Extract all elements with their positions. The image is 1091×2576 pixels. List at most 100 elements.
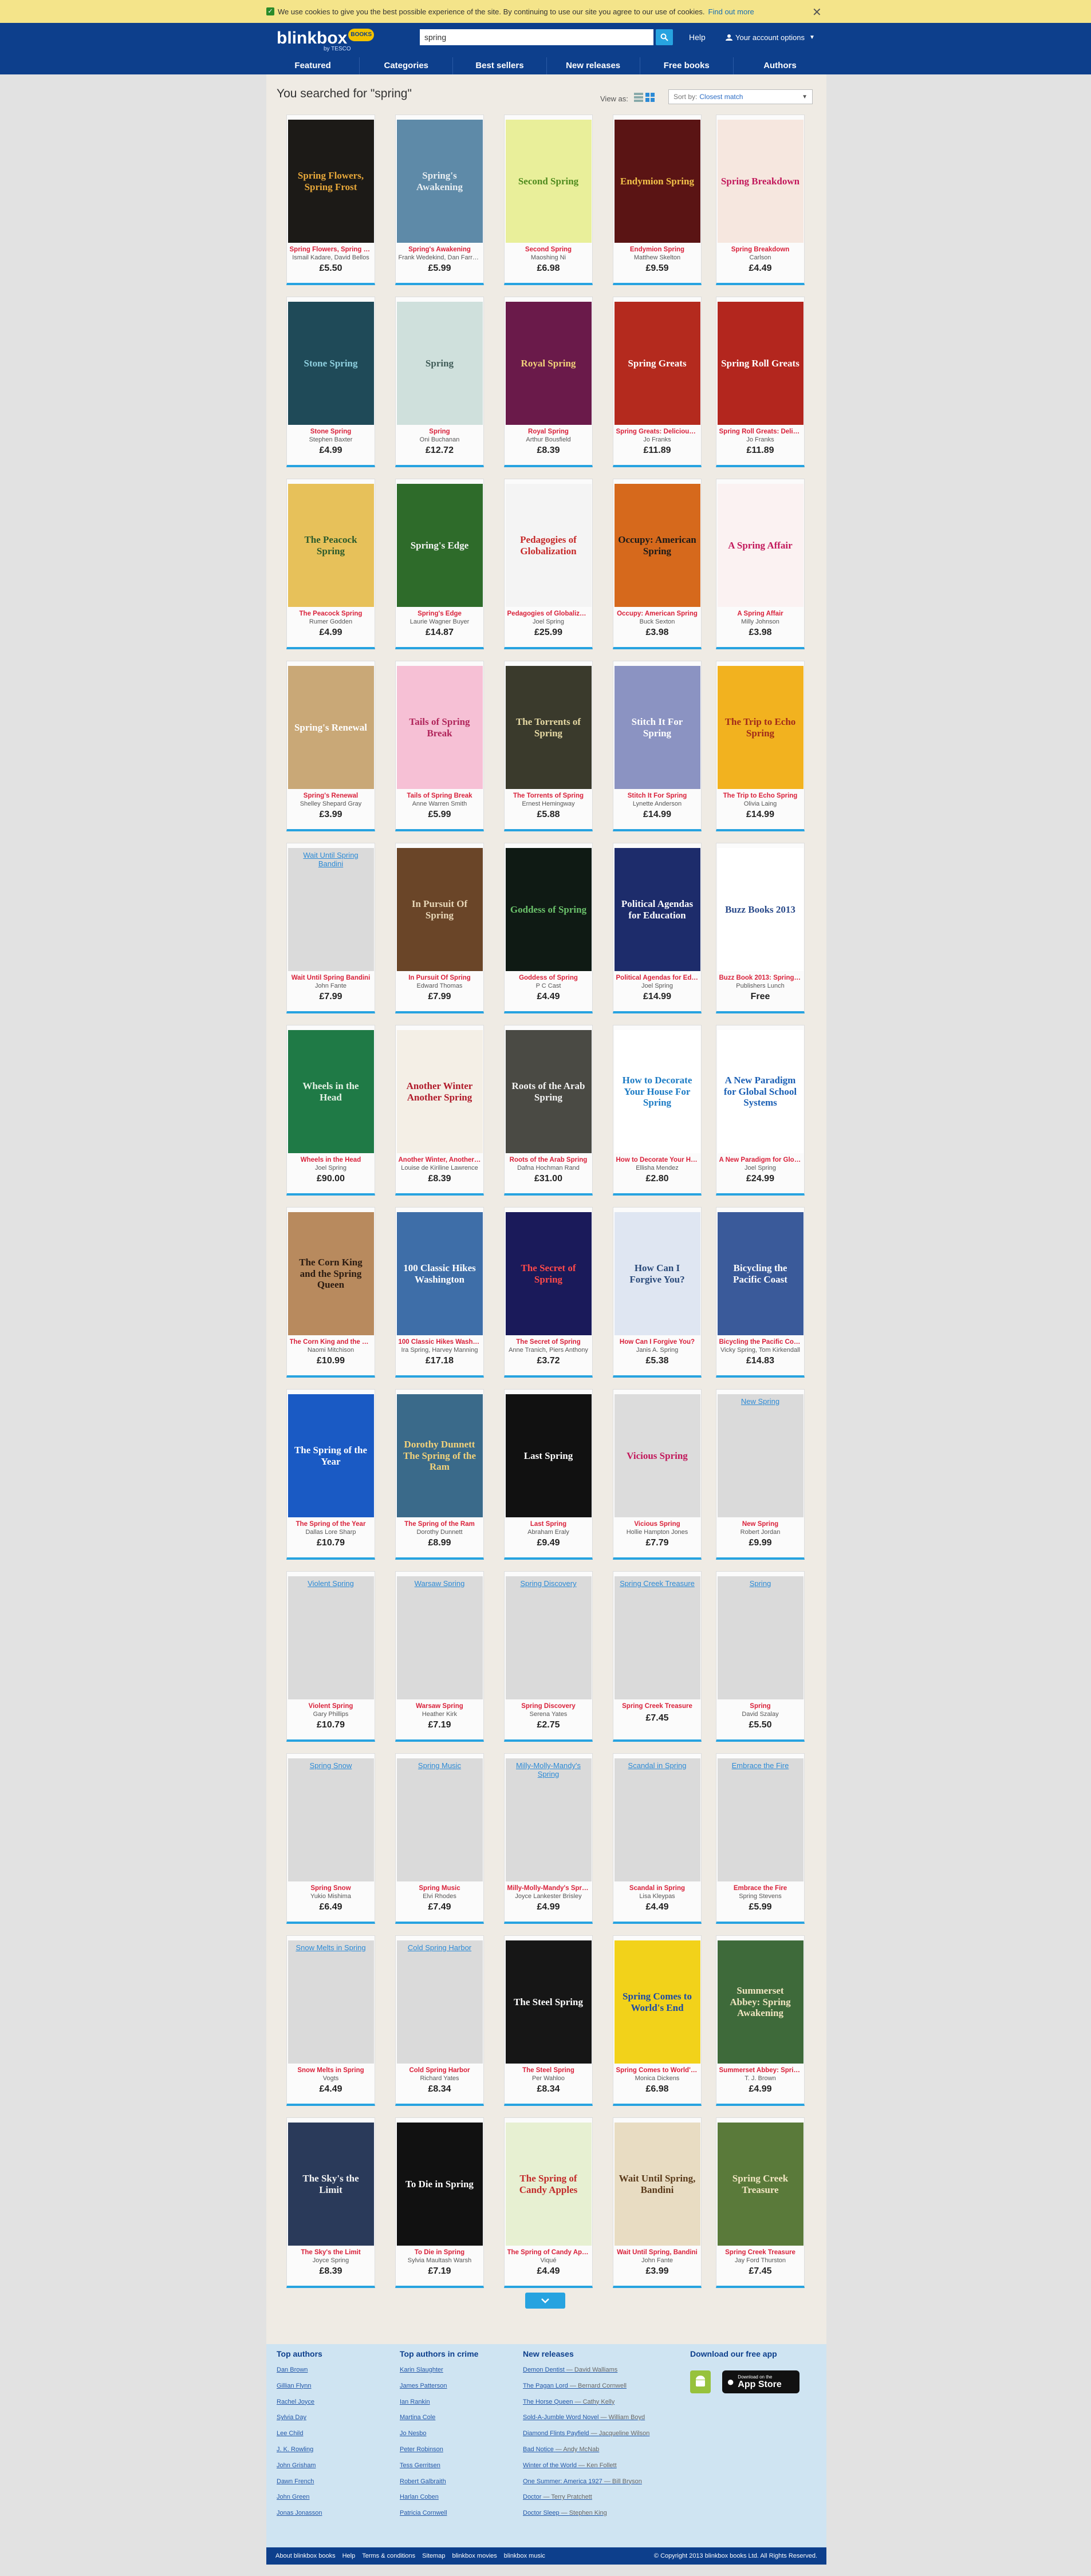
sort-select[interactable]: Sort by: Closest match ▼: [668, 89, 813, 104]
book-cover[interactable]: Vicious Spring: [614, 1394, 700, 1517]
book-title[interactable]: The Spring of the Ram: [399, 1521, 481, 1528]
book-title[interactable]: Spring Breakdown: [719, 246, 802, 253]
book-card[interactable]: The Secret of Spring The Secret of Spring…: [504, 1207, 593, 1378]
book-title[interactable]: A Spring Affair: [719, 610, 802, 617]
book-cover[interactable]: Endymion Spring: [614, 120, 700, 243]
book-cover[interactable]: Cold Spring Harbor: [396, 1940, 483, 2064]
list-view-icon[interactable]: [634, 93, 643, 102]
book-cover[interactable]: Spring: [717, 1576, 804, 1699]
book-cover[interactable]: Scandal in Spring: [614, 1758, 700, 1881]
book-card[interactable]: Spring Flowers, Spring Frost Spring Flowe…: [286, 115, 375, 285]
book-card[interactable]: Political Agendas for Education Political…: [613, 843, 702, 1013]
release-link[interactable]: The Pagan Lord — Bernard Cornwell: [523, 2382, 649, 2399]
book-cover[interactable]: Last Spring: [505, 1394, 592, 1517]
book-card[interactable]: Stitch It For Spring Stitch It For Spring…: [613, 661, 702, 831]
author-link[interactable]: Harlan Coben: [400, 2494, 478, 2510]
book-cover[interactable]: Buzz Books 2013: [717, 848, 804, 971]
book-title[interactable]: Scandal in Spring: [616, 1885, 699, 1892]
book-title[interactable]: Wheels in the Head: [290, 1157, 372, 1163]
book-cover[interactable]: Spring Discovery: [505, 1576, 592, 1699]
book-title[interactable]: Political Agendas for Education: [616, 975, 699, 981]
book-card[interactable]: Cold Spring Harbor Cold Spring Harbor Rich…: [395, 1935, 484, 2106]
book-title[interactable]: To Die in Spring: [399, 2249, 481, 2256]
book-title[interactable]: Another Winter, Another Spring: [399, 1157, 481, 1163]
author-link[interactable]: John Green: [277, 2494, 322, 2510]
book-title[interactable]: The Peacock Spring: [290, 610, 372, 617]
search-input[interactable]: [420, 29, 653, 45]
help-link[interactable]: Help: [689, 33, 706, 42]
book-card[interactable]: Spring Comes to World's End Spring Comes …: [613, 1935, 702, 2106]
book-card[interactable]: Vicious Spring Vicious Spring Hollie Hampt…: [613, 1389, 702, 1560]
book-card[interactable]: Spring Discovery Spring Discovery Serena Y…: [504, 1571, 593, 1742]
book-card[interactable]: Endymion Spring Endymion Spring Matthew Sk…: [613, 115, 702, 285]
book-title[interactable]: Endymion Spring: [616, 246, 699, 253]
author-link[interactable]: Martina Cole: [400, 2414, 478, 2430]
book-title[interactable]: Occupy: American Spring: [616, 610, 699, 617]
book-card[interactable]: Pedagogies of Globalization Pedagogies of…: [504, 479, 593, 649]
book-card[interactable]: New Spring New Spring Robert Jordan £9.99: [716, 1389, 805, 1560]
book-title[interactable]: Spring Discovery: [507, 1703, 590, 1710]
release-link[interactable]: Sold-A-Jumble Word Novel — William Boyd: [523, 2414, 649, 2430]
book-card[interactable]: Buzz Books 2013 Buzz Book 2013: Spring/Su…: [716, 843, 805, 1013]
book-card[interactable]: Spring Music Spring Music Elvi Rhodes £7.49: [395, 1753, 484, 1924]
book-title[interactable]: Goddess of Spring: [507, 975, 590, 981]
book-card[interactable]: Another Winter Another Spring Another Win…: [395, 1025, 484, 1196]
book-card[interactable]: The Peacock Spring The Peacock Spring Rume…: [286, 479, 375, 649]
book-cover[interactable]: The Peacock Spring: [287, 484, 374, 607]
book-cover[interactable]: Pedagogies of Globalization: [505, 484, 592, 607]
book-title[interactable]: Summerset Abbey: Spring Awakening: [719, 2067, 802, 2074]
book-cover[interactable]: The Sky's the Limit: [287, 2123, 374, 2246]
book-card[interactable]: The Corn King and the Spring Queen The Co…: [286, 1207, 375, 1378]
book-card[interactable]: Spring Creek Treasure Spring Creek Treasu…: [613, 1571, 702, 1742]
book-cover[interactable]: Embrace the Fire: [717, 1758, 804, 1881]
search-button[interactable]: [656, 29, 673, 45]
book-card[interactable]: The Trip to Echo Spring The Trip to Echo …: [716, 661, 805, 831]
book-card[interactable]: The Spring of the Year The Spring of the …: [286, 1389, 375, 1560]
book-card[interactable]: Goddess of Spring Goddess of Spring P C Ca…: [504, 843, 593, 1013]
footer-link-music[interactable]: blinkbox music: [504, 2553, 545, 2559]
book-title[interactable]: Spring Snow: [290, 1885, 372, 1892]
book-card[interactable]: The Steel Spring The Steel Spring Per Wahl…: [504, 1935, 593, 2106]
book-card[interactable]: Stone Spring Stone Spring Stephen Baxter £4…: [286, 297, 375, 467]
book-card[interactable]: Royal Spring Royal Spring Arthur Bousfield…: [504, 297, 593, 467]
book-card[interactable]: Warsaw Spring Warsaw Spring Heather Kirk £7…: [395, 1571, 484, 1742]
book-title[interactable]: Pedagogies of Globalization: [507, 610, 590, 617]
author-link[interactable]: James Patterson: [400, 2382, 478, 2399]
book-cover[interactable]: In Pursuit Of Spring: [396, 848, 483, 971]
book-title[interactable]: The Sky's the Limit: [290, 2249, 372, 2256]
book-cover[interactable]: How Can I Forgive You?: [614, 1212, 700, 1335]
footer-link-about[interactable]: About blinkbox books: [275, 2553, 336, 2559]
author-link[interactable]: Gillian Flynn: [277, 2382, 322, 2399]
book-cover[interactable]: The Torrents of Spring: [505, 666, 592, 789]
book-title[interactable]: Wait Until Spring Bandini: [290, 975, 372, 981]
footer-link-sitemap[interactable]: Sitemap: [422, 2553, 445, 2559]
book-card[interactable]: Spring Snow Spring Snow Yukio Mishima £6.49: [286, 1753, 375, 1924]
book-title[interactable]: Embrace the Fire: [719, 1885, 802, 1892]
book-title[interactable]: The Torrents of Spring: [507, 792, 590, 799]
book-title[interactable]: Spring Creek Treasure: [719, 2249, 802, 2256]
author-link[interactable]: Rachel Joyce: [277, 2399, 322, 2415]
book-cover[interactable]: Spring's Renewal: [287, 666, 374, 789]
book-cover[interactable]: Wheels in the Head: [287, 1030, 374, 1153]
book-cover[interactable]: Dorothy Dunnett The Spring of the Ram: [396, 1394, 483, 1517]
book-cover[interactable]: Tails of Spring Break: [396, 666, 483, 789]
nav-authors[interactable]: Authors: [734, 57, 826, 74]
book-title[interactable]: Spring's Awakening: [399, 246, 481, 253]
book-cover[interactable]: Spring Creek Treasure: [614, 1576, 700, 1699]
book-cover[interactable]: Violent Spring: [287, 1576, 374, 1699]
book-card[interactable]: Spring's Renewal Spring's Renewal Shelley …: [286, 661, 375, 831]
author-link[interactable]: Tess Gerritsen: [400, 2462, 478, 2478]
book-card[interactable]: Spring Spring Oni Buchanan £12.72: [395, 297, 484, 467]
book-cover[interactable]: The Corn King and the Spring Queen: [287, 1212, 374, 1335]
book-title[interactable]: Second Spring: [507, 246, 590, 253]
book-cover[interactable]: Political Agendas for Education: [614, 848, 700, 971]
book-title[interactable]: Violent Spring: [290, 1703, 372, 1710]
release-link[interactable]: Bad Notice — Andy McNab: [523, 2446, 649, 2462]
nav-best-sellers[interactable]: Best sellers: [453, 57, 547, 74]
android-app-button[interactable]: [690, 2370, 711, 2393]
nav-new-releases[interactable]: New releases: [547, 57, 640, 74]
book-cover[interactable]: Spring Music: [396, 1758, 483, 1881]
author-link[interactable]: Sylvia Day: [277, 2414, 322, 2430]
author-link[interactable]: John Grisham: [277, 2462, 322, 2478]
close-icon[interactable]: ✕: [812, 5, 822, 19]
